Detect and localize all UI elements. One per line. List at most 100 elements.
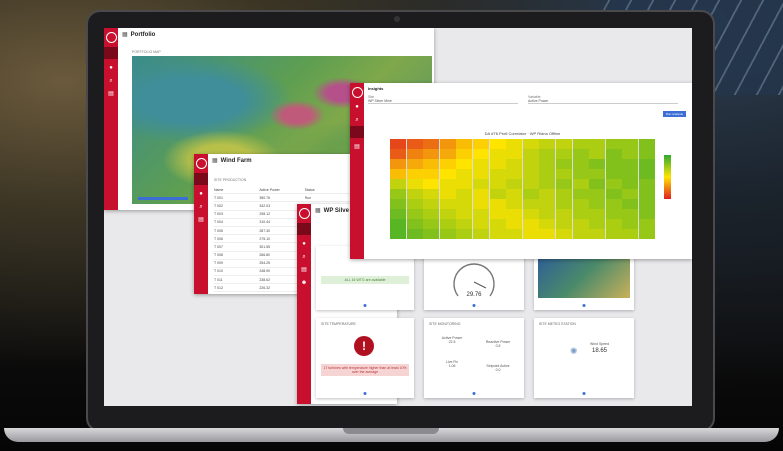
heatmap-cell[interactable]	[572, 229, 589, 239]
heatmap-cell[interactable]	[489, 229, 506, 239]
heatmap-cell[interactable]	[555, 169, 573, 179]
heatmap-cell[interactable]	[406, 149, 423, 159]
heatmap-cell[interactable]	[589, 169, 606, 179]
heatmap-cell[interactable]	[522, 139, 539, 149]
heatmap-cell[interactable]	[522, 209, 539, 219]
heatmap-cell[interactable]	[539, 149, 556, 159]
nav-alert-icon[interactable]: ●	[353, 104, 361, 111]
heatmap-cell[interactable]	[472, 229, 490, 239]
nav-dashboard-icon[interactable]	[104, 47, 118, 59]
heatmap-cell[interactable]	[638, 179, 655, 189]
heatmap-cell[interactable]	[456, 219, 473, 229]
heatmap-cell[interactable]	[456, 189, 473, 199]
heatmap-cell[interactable]	[555, 139, 573, 149]
nav-dashboard-icon[interactable]	[297, 223, 311, 235]
heatmap-cell[interactable]	[423, 149, 440, 159]
heatmap-cell[interactable]	[539, 219, 556, 229]
heatmap-cell[interactable]	[605, 209, 622, 219]
heatmap-cell[interactable]	[605, 199, 622, 209]
heatmap-cell[interactable]	[506, 179, 523, 189]
heatmap-cell[interactable]	[423, 179, 440, 189]
heatmap-cell[interactable]	[489, 189, 506, 199]
heatmap-cell[interactable]	[539, 179, 556, 189]
heatmap-cell[interactable]	[423, 169, 440, 179]
heatmap-cell[interactable]	[456, 179, 473, 189]
heatmap-cell[interactable]	[589, 219, 606, 229]
column-header[interactable]: Status	[305, 188, 350, 192]
heatmap-cell[interactable]	[589, 189, 606, 199]
heatmap-cell[interactable]	[522, 149, 539, 159]
heatmap-cell[interactable]	[555, 229, 573, 239]
nav-doc-icon[interactable]: ▤	[300, 267, 308, 274]
heatmap-cell[interactable]	[423, 219, 440, 229]
heatmap-cell[interactable]	[406, 179, 423, 189]
nav-insights-icon[interactable]	[350, 126, 364, 138]
heatmap-cell[interactable]	[489, 199, 506, 209]
heatmap-cell[interactable]	[489, 139, 506, 149]
heatmap-cell[interactable]	[638, 219, 655, 229]
heatmap-cell[interactable]	[423, 189, 440, 199]
heatmap-cell[interactable]	[439, 209, 456, 219]
heatmap-cell[interactable]	[406, 209, 423, 219]
heatmap-cell[interactable]	[456, 139, 473, 149]
heatmap-cell[interactable]	[472, 159, 490, 169]
map-timeline-bar[interactable]	[138, 197, 188, 200]
heatmap-cell[interactable]	[539, 189, 556, 199]
heatmap-cell[interactable]	[589, 159, 606, 169]
heatmap-cell[interactable]	[522, 179, 539, 189]
heatmap-cell[interactable]	[472, 209, 490, 219]
heatmap-cell[interactable]	[605, 179, 622, 189]
heatmap-cell[interactable]	[423, 199, 440, 209]
heatmap-cell[interactable]	[423, 209, 440, 219]
heatmap-cell[interactable]	[406, 219, 423, 229]
heatmap-cell[interactable]	[589, 139, 606, 149]
heatmap-cell[interactable]	[472, 139, 490, 149]
nav-alert-icon[interactable]: ●	[197, 191, 205, 198]
heatmap-cell[interactable]	[522, 199, 539, 209]
heatmap-cell[interactable]	[472, 169, 490, 179]
heatmap-cell[interactable]	[605, 149, 622, 159]
heatmap-cell[interactable]	[390, 179, 407, 189]
heatmap-cell[interactable]	[589, 179, 606, 189]
heatmap-cell[interactable]	[439, 139, 456, 149]
heatmap-cell[interactable]	[472, 149, 490, 159]
nav-search-icon[interactable]: ⌕	[300, 254, 308, 261]
heatmap-cell[interactable]	[555, 209, 573, 219]
heatmap-cell[interactable]	[423, 159, 440, 169]
heatmap-cell[interactable]	[439, 159, 456, 169]
heatmap-cell[interactable]	[622, 169, 639, 179]
nav-doc-icon[interactable]: ▤	[353, 144, 361, 151]
heatmap-cell[interactable]	[406, 139, 423, 149]
heatmap-cell[interactable]	[390, 149, 407, 159]
heatmap-cell[interactable]	[638, 149, 655, 159]
heatmap-cell[interactable]	[622, 139, 639, 149]
nav-search-icon[interactable]: ⌕	[107, 78, 115, 85]
heatmap-cell[interactable]	[572, 179, 589, 189]
nav-doc-icon[interactable]: ▤	[197, 217, 205, 224]
heatmap-cell[interactable]	[406, 159, 423, 169]
heatmap-cell[interactable]	[605, 189, 622, 199]
heatmap-cell[interactable]	[489, 179, 506, 189]
heatmap-cell[interactable]	[489, 209, 506, 219]
heatmap-cell[interactable]	[472, 189, 490, 199]
heatmap-cell[interactable]	[506, 159, 523, 169]
nav-search-icon[interactable]: ⌕	[197, 204, 205, 211]
heatmap-cell[interactable]	[638, 209, 655, 219]
heatmap-cell[interactable]	[506, 189, 523, 199]
heatmap-cell[interactable]	[506, 169, 523, 179]
heatmap-cell[interactable]	[406, 189, 423, 199]
heatmap-cell[interactable]	[539, 199, 556, 209]
heatmap-cell[interactable]	[506, 229, 523, 239]
heatmap-cell[interactable]	[506, 219, 523, 229]
nav-alert-icon[interactable]: ●	[300, 241, 308, 248]
heatmap-cell[interactable]	[638, 199, 655, 209]
heatmap-cell[interactable]	[622, 219, 639, 229]
heatmap-cell[interactable]	[605, 139, 622, 149]
heatmap-cell[interactable]	[572, 159, 589, 169]
heatmap-cell[interactable]	[555, 159, 573, 169]
heatmap-cell[interactable]	[406, 199, 423, 209]
heatmap-cell[interactable]	[489, 219, 506, 229]
heatmap-cell[interactable]	[555, 219, 573, 229]
heatmap-cell[interactable]	[390, 209, 407, 219]
heatmap-cell[interactable]	[555, 149, 573, 159]
